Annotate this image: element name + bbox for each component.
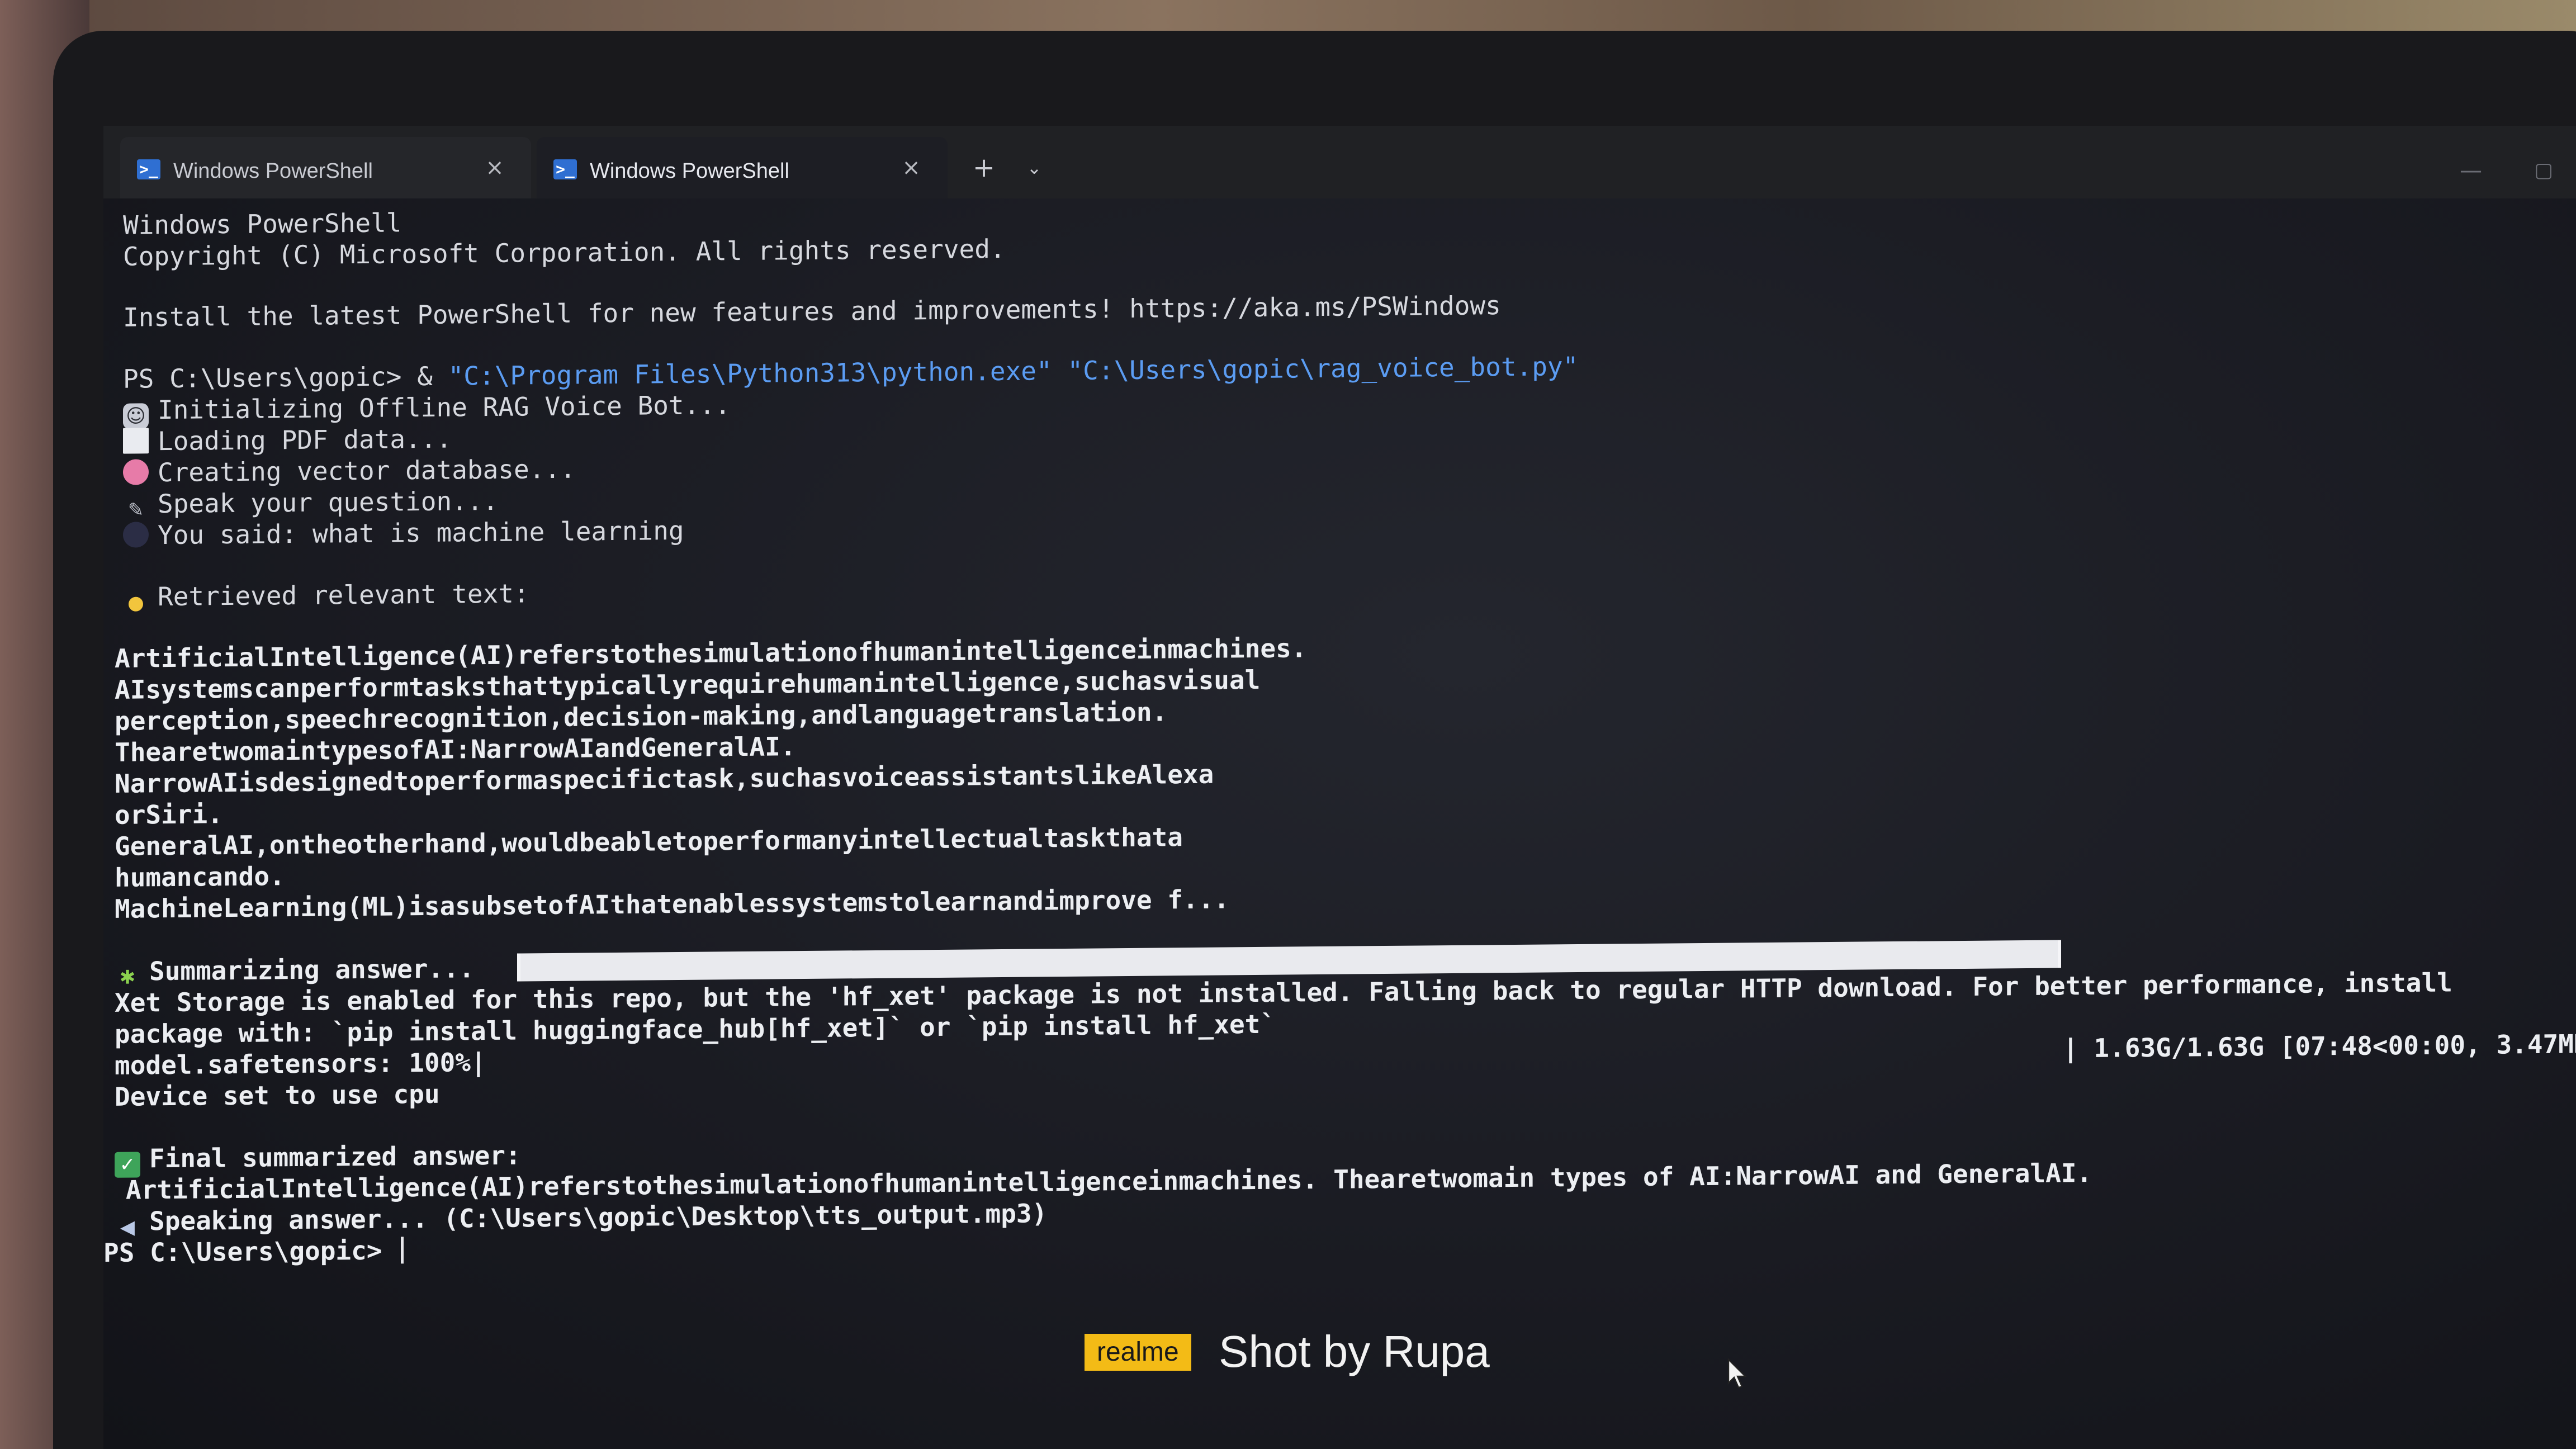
command-script: "C:\Users\gopic\rag_voice_bot.py" bbox=[1052, 351, 1579, 386]
tab-title: Windows PowerShell bbox=[173, 159, 373, 183]
speech-bubble-icon bbox=[123, 522, 149, 548]
tab-powershell-2[interactable]: >_ Windows PowerShell × bbox=[537, 137, 948, 198]
retrieved-text-line: GeneralAI,ontheotherhand,wouldbeabletope… bbox=[115, 822, 1183, 861]
page-icon bbox=[123, 428, 149, 454]
text-cursor bbox=[401, 1237, 404, 1264]
photo-frame: >_ Windows PowerShell × >_ Windows Power… bbox=[0, 0, 2576, 1449]
retrieved-text-line: orSiri. bbox=[115, 799, 223, 830]
console-line: Loading PDF data... bbox=[123, 423, 452, 457]
tab-powershell-1[interactable]: >_ Windows PowerShell × bbox=[120, 137, 531, 198]
console-line: ● Retrieved relevant text: bbox=[123, 577, 529, 615]
watermark-brand: realme bbox=[1085, 1334, 1191, 1371]
console-output[interactable]: Windows PowerShell Copyright (C) Microso… bbox=[103, 177, 2576, 1449]
console-line: ◀ Speaking answer... (C:\Users\gopic\Desk… bbox=[115, 1197, 1047, 1240]
command-line: PS C:\Users\gopic> & "C:\Program Files\P… bbox=[123, 351, 1578, 395]
console-line: Device set to use cpu bbox=[115, 1078, 440, 1112]
download-progress-line: model.safetensors: 100%| bbox=[115, 1046, 486, 1081]
mouse-pointer-icon bbox=[1727, 1358, 1747, 1389]
console-line: You said: what is machine learning bbox=[123, 515, 684, 551]
command-executable: "C:\Program Files\Python313\python.exe" bbox=[448, 356, 1052, 391]
progress-label: model.safetensors: 100%| bbox=[115, 1047, 486, 1081]
powershell-icon: >_ bbox=[553, 159, 577, 179]
brain-icon bbox=[123, 459, 149, 485]
close-icon[interactable]: × bbox=[897, 154, 925, 182]
new-tab-button[interactable]: + bbox=[967, 151, 1001, 184]
console-line: Windows PowerShell bbox=[123, 207, 402, 240]
tab-title: Windows PowerShell bbox=[590, 159, 789, 183]
prompt: PS C:\Users\gopic> & bbox=[123, 361, 448, 394]
close-icon[interactable]: × bbox=[481, 154, 509, 182]
console-line: Creating vector database... bbox=[123, 453, 576, 489]
powershell-icon: >_ bbox=[137, 159, 160, 179]
prompt: PS C:\Users\gopic> bbox=[103, 1235, 398, 1268]
progress-stats: | 1.63G/1.63G [07:48<00:00, 3.47MB bbox=[2063, 1029, 2576, 1064]
console-line: Install the latest PowerShell for new fe… bbox=[123, 290, 1501, 333]
retrieved-text-line: humancando. bbox=[115, 861, 285, 893]
prompt-line[interactable]: PS C:\Users\gopic> bbox=[103, 1234, 404, 1268]
watermark-text: Shot by Rupa bbox=[1219, 1327, 1490, 1376]
lightbulb-icon: ● bbox=[127, 591, 144, 614]
terminal-window: >_ Windows PowerShell × >_ Windows Power… bbox=[103, 126, 2576, 1449]
chevron-down-icon[interactable]: ⌄ bbox=[1017, 151, 1051, 184]
